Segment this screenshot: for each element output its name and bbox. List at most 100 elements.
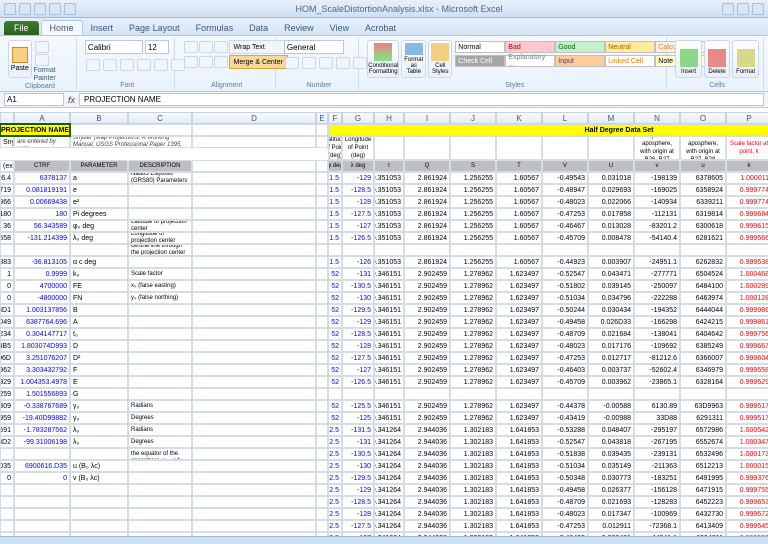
data-cell[interactable]: -0.49458 [542,316,588,328]
cell[interactable]: x₀ (false easting) [128,280,192,292]
data-cell[interactable]: 1.623497 [496,328,542,340]
data-cell[interactable]: 0.999604 [726,352,768,364]
data-cell[interactable]: 0.034796 [588,292,634,304]
data-cell[interactable] [404,244,450,256]
cell[interactable] [192,292,316,304]
cell[interactable]: u (B₀ λc) [70,460,128,472]
data-cell[interactable]: 6130.89 [634,400,680,412]
cell[interactable]: -4800000 [14,292,70,304]
data-cell[interactable]: 1.623497 [496,292,542,304]
data-cell[interactable]: 51.5 [328,196,342,208]
cell[interactable] [192,208,316,220]
cell[interactable] [316,520,328,532]
data-cell[interactable]: -0.45709 [542,376,588,388]
cell[interactable]: Radians [128,400,192,412]
cell[interactable] [316,400,328,412]
cell[interactable] [0,508,14,520]
data-cell[interactable]: 51.5 [328,220,342,232]
cell[interactable] [316,316,328,328]
data-cell[interactable]: 0.346151 [374,400,404,412]
data-cell[interactable]: -0.47253 [542,520,588,532]
cell[interactable] [192,352,316,364]
data-cell[interactable]: -128.5 [342,184,374,196]
data-cell[interactable]: -131 [342,268,374,280]
data-cell[interactable]: 1.000289 [726,280,768,292]
tab-view[interactable]: View [322,21,357,35]
data-cell[interactable]: -83201.2 [634,220,680,232]
cell[interactable] [192,400,316,412]
data-cell[interactable]: 6262832 [680,256,726,268]
data-cell[interactable]: -130.5 [342,448,374,460]
data-cell[interactable]: 0.999986 [726,304,768,316]
data-cell[interactable]: -125 [342,412,374,424]
col-header[interactable]: N [634,112,680,124]
data-cell[interactable]: -0.49458 [542,484,588,496]
cell[interactable]: G [70,388,128,400]
cell[interactable] [192,160,316,172]
cell[interactable] [14,448,70,460]
style-input[interactable]: Input [555,55,605,67]
cell[interactable] [316,196,328,208]
data-cell[interactable]: 6452223 [680,496,726,508]
cell[interactable]: -1.36589591 [0,424,14,436]
data-cell[interactable]: -0.48709 [542,328,588,340]
cell[interactable] [316,364,328,376]
cell[interactable]: D² [70,352,128,364]
format-as-table-button[interactable]: Format as Table [401,40,426,78]
cell[interactable]: 1.501556893 [14,388,70,400]
style-bad[interactable]: Bad [505,41,555,53]
cell[interactable] [316,388,328,400]
data-cell[interactable]: 6532496 [680,448,726,460]
data-cell[interactable]: 0.346151 [374,316,404,328]
data-cell[interactable]: 0.017176 [588,340,634,352]
worksheet[interactable]: ABCDEFGHIJKLMNOPQR1PROJECTION NAMEHalf D… [0,112,768,536]
data-cell[interactable]: 1.302183 [450,508,496,520]
data-cell[interactable]: 0.346151 [374,304,404,316]
data-cell[interactable]: 0.999517 [726,412,768,424]
data-cell[interactable] [726,388,768,400]
data-cell[interactable]: -131.5 [342,424,374,436]
cell[interactable] [450,136,496,160]
data-cell[interactable]: -126.5 [342,376,374,388]
style-neutral[interactable]: Neutral [605,41,655,53]
data-cell[interactable]: 2.944036 [404,508,450,520]
data-cell[interactable]: 6491995 [680,472,726,484]
data-cell[interactable]: 0.341264 [374,520,404,532]
data-cell[interactable]: 1.000347 [726,436,768,448]
cell[interactable] [192,508,316,520]
data-cell[interactable]: 1.623497 [496,400,542,412]
border-icon[interactable] [137,59,151,71]
cell[interactable]: 14.3394883 [0,256,14,268]
data-cell[interactable]: 1.278962 [450,316,496,328]
data-cell[interactable]: 63D9963 [680,400,726,412]
data-cell[interactable]: 0.346151 [374,412,404,424]
data-cell[interactable]: 0.351053 [374,256,404,268]
cell[interactable] [192,244,316,256]
data-cell[interactable]: 0.999538 [726,256,768,268]
cell[interactable] [316,220,328,232]
tab-pagelayout[interactable]: Page Layout [121,21,188,35]
data-cell[interactable]: 1.641853 [496,508,542,520]
cell[interactable] [404,136,450,160]
cell[interactable] [14,484,70,496]
cell[interactable]: A [70,316,128,328]
data-cell[interactable]: -0.47253 [542,352,588,364]
data-cell[interactable]: 0.346151 [374,376,404,388]
data-cell[interactable]: 2.861924 [404,172,450,184]
data-cell[interactable]: 6358924 [680,184,726,196]
style-good[interactable]: Good [555,41,605,53]
data-cell[interactable]: 0.003737 [588,364,634,376]
cell[interactable] [192,340,316,352]
cell[interactable]: 0.00676866 [0,196,14,208]
data-cell[interactable]: -0.48947 [542,184,588,196]
data-cell[interactable]: 52.5 [328,484,342,496]
data-cell[interactable]: -0.51802 [542,280,588,292]
data-cell[interactable]: 52 [328,268,342,280]
data-cell[interactable]: 0.999861 [726,316,768,328]
cell[interactable]: e² [70,196,128,208]
data-cell[interactable]: -0.51034 [542,460,588,472]
data-cell[interactable]: -0.48023 [542,196,588,208]
col-header[interactable]: A [14,112,70,124]
col-header[interactable]: P [726,112,768,124]
data-cell[interactable]: -129 [342,316,374,328]
